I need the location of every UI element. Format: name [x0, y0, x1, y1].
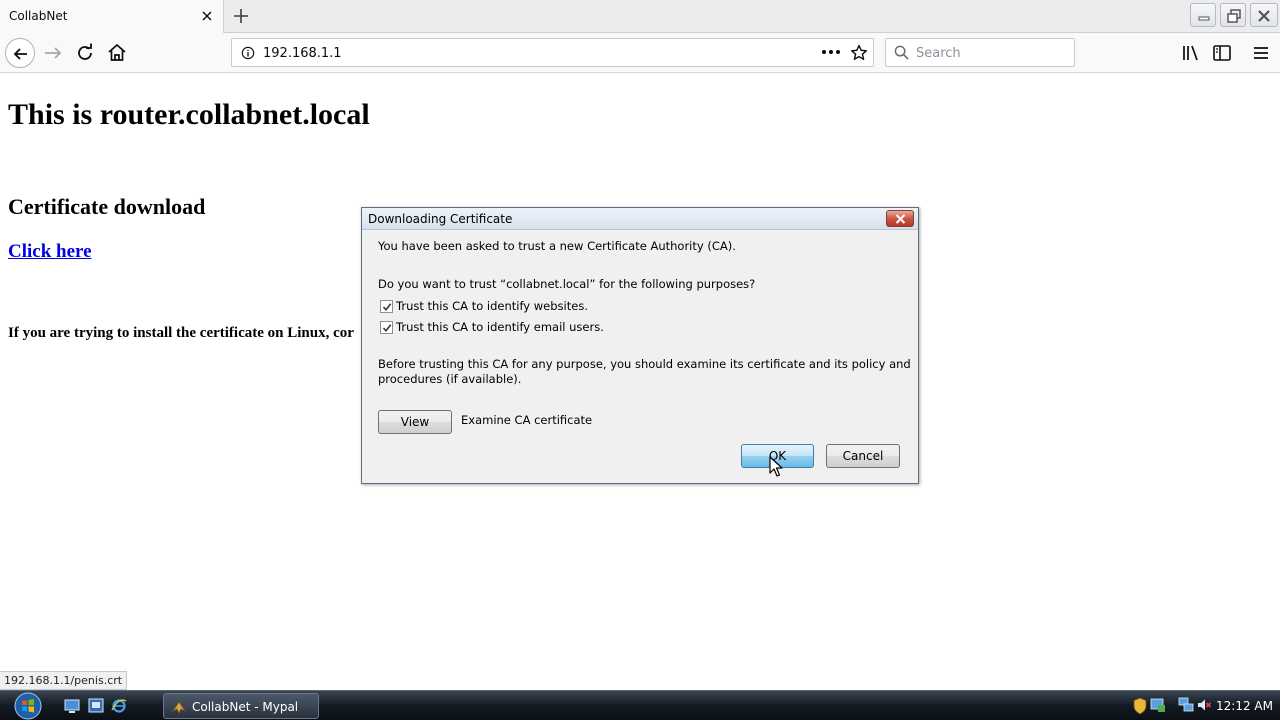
minimize-icon: [1198, 16, 1210, 21]
dialog-question-text: Do you want to trust “collabnet.local” f…: [378, 277, 756, 291]
clock[interactable]: 12:12 AM: [1216, 699, 1273, 713]
show-desktop-icon[interactable]: [64, 698, 80, 714]
internet-explorer-icon[interactable]: [111, 698, 127, 714]
close-icon: [895, 214, 906, 224]
downloading-certificate-dialog: Downloading Certificate You have been as…: [361, 207, 919, 484]
hamburger-menu-icon[interactable]: [1249, 41, 1273, 65]
bookmark-star-icon[interactable]: [850, 44, 868, 62]
system-tray: 12:12 AM: [1128, 691, 1280, 720]
navigation-bar: 192.168.1.1: [0, 33, 1280, 73]
trust-websites-label[interactable]: Trust this CA to identify websites.: [396, 299, 588, 313]
checkmark-icon: [382, 303, 392, 312]
trust-email-checkbox[interactable]: [380, 321, 393, 334]
dialog-close-button[interactable]: [886, 210, 914, 227]
browser-tab[interactable]: CollabNet: [0, 0, 224, 33]
page-actions-icon[interactable]: [821, 48, 841, 56]
close-window-icon: [1258, 10, 1270, 22]
tab-close-icon[interactable]: [199, 8, 215, 24]
switch-windows-icon[interactable]: [88, 698, 104, 714]
checkmark-icon: [382, 324, 392, 333]
start-orb-icon[interactable]: [8, 692, 48, 720]
dialog-advice-line-2: procedures (if available).: [378, 372, 522, 386]
cancel-button[interactable]: Cancel: [826, 444, 900, 468]
taskbar: CollabNet - Mypal 12:12 AM: [0, 690, 1280, 720]
trust-websites-checkbox[interactable]: [380, 300, 393, 313]
dialog-titlebar[interactable]: Downloading Certificate: [362, 208, 918, 230]
library-icon[interactable]: [1179, 41, 1203, 65]
address-bar[interactable]: 192.168.1.1: [231, 38, 874, 67]
dialog-advice-line-1: Before trusting this CA for any purpose,…: [378, 357, 911, 371]
taskbar-window-label: CollabNet - Mypal: [192, 700, 299, 714]
new-tab-plus-icon[interactable]: [230, 5, 252, 27]
back-arrow-icon: [13, 48, 27, 60]
tab-title: CollabNet: [9, 9, 68, 23]
trust-email-label[interactable]: Trust this CA to identify email users.: [396, 320, 604, 334]
mouse-cursor-icon: [769, 456, 783, 477]
mypal-app-icon: [171, 701, 187, 714]
update-notification-icon[interactable]: [1150, 697, 1166, 713]
tab-strip: CollabNet: [0, 0, 1280, 33]
minimize-button[interactable]: [1190, 3, 1216, 27]
back-button[interactable]: [5, 38, 35, 68]
forward-arrow-icon[interactable]: [41, 41, 65, 65]
reload-icon[interactable]: [73, 41, 97, 65]
dialog-title: Downloading Certificate: [368, 212, 513, 226]
search-bar[interactable]: [885, 38, 1075, 67]
section-heading: Certificate download: [8, 194, 206, 219]
network-icon[interactable]: [1178, 697, 1194, 713]
restore-button[interactable]: [1220, 3, 1246, 27]
close-window-button[interactable]: [1250, 3, 1278, 27]
view-caption: Examine CA certificate: [461, 413, 593, 427]
volume-muted-icon[interactable]: [1196, 697, 1212, 713]
taskbar-window-button[interactable]: CollabNet - Mypal: [163, 693, 319, 719]
view-certificate-button[interactable]: View: [378, 410, 452, 434]
sidebar-icon[interactable]: [1210, 41, 1234, 65]
home-icon[interactable]: [105, 41, 129, 65]
download-link[interactable]: Click here: [8, 241, 92, 263]
search-icon: [894, 45, 909, 60]
status-bar: 192.168.1.1/penis.crt: [0, 671, 128, 690]
search-input[interactable]: [916, 44, 1066, 62]
site-info-icon[interactable]: [241, 46, 255, 60]
url-text: 192.168.1.1: [263, 46, 342, 61]
page-heading: This is router.collabnet.local: [8, 98, 370, 131]
security-shield-icon[interactable]: [1133, 697, 1147, 715]
dialog-intro-text: You have been asked to trust a new Certi…: [378, 239, 736, 253]
restore-icon: [1227, 9, 1241, 23]
linux-note: If you are trying to install the certifi…: [8, 325, 354, 341]
